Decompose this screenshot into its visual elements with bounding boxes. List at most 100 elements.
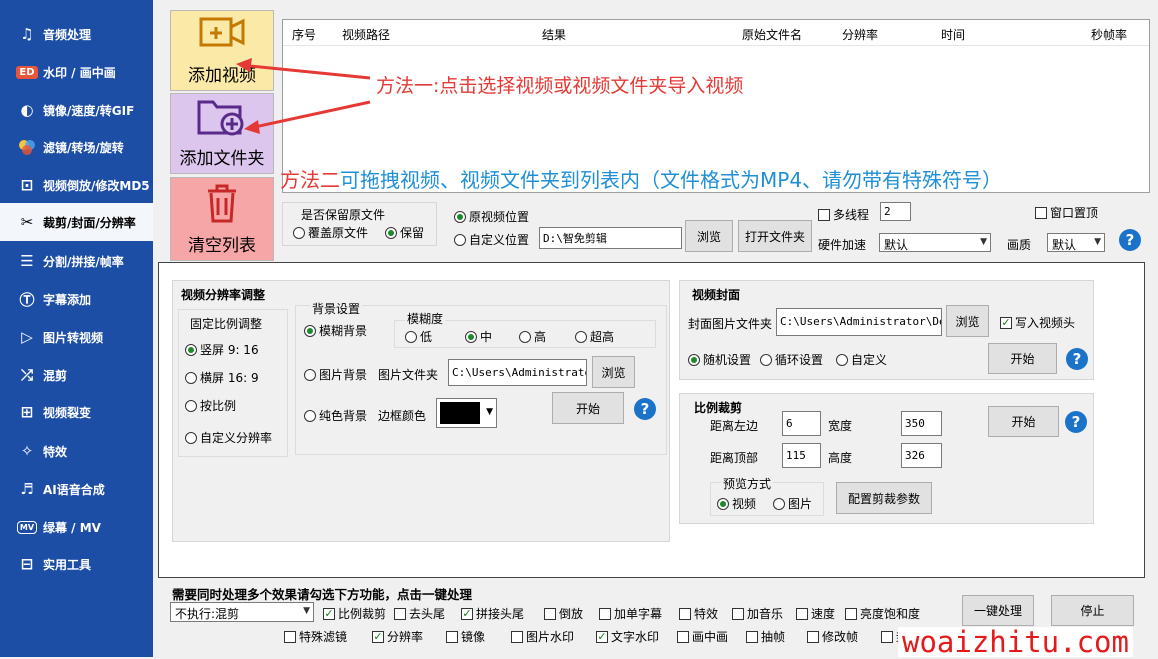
sidebar-item-reverse[interactable]: ⊡ 视频倒放/修改MD5 bbox=[0, 166, 153, 204]
sidebar-item-image-video[interactable]: ▷ 图片转视频 bbox=[0, 318, 153, 356]
batch-checkbox[interactable]: 倒放 bbox=[544, 605, 583, 622]
annotation-method1: 方法一:点击选择视频或视频文件夹导入视频 bbox=[376, 75, 744, 97]
batch-checkbox[interactable]: 特效 bbox=[679, 605, 718, 622]
window-top-checkbox[interactable]: 窗口置顶 bbox=[1035, 204, 1098, 221]
blur-degree-group: 模糊度 低 中 高 超高 bbox=[394, 310, 656, 348]
clear-list-button[interactable]: 清空列表 bbox=[170, 177, 274, 261]
custom-resolution-radio[interactable]: 自定义分辨率 bbox=[185, 429, 272, 446]
cover-start-button[interactable]: 开始 bbox=[988, 343, 1057, 374]
custom-position-radio[interactable]: 自定义位置 bbox=[454, 231, 529, 248]
crop-width-input[interactable]: 350 bbox=[901, 411, 942, 436]
crop-left-input[interactable]: 6 bbox=[782, 411, 821, 436]
sidebar-item-crop[interactable]: ✂ 裁剪/封面/分辨率 bbox=[0, 203, 153, 241]
open-folder-button[interactable]: 打开文件夹 bbox=[738, 220, 812, 252]
batch-checkbox[interactable]: 镜像 bbox=[446, 628, 485, 645]
random-setting-radio[interactable]: 随机设置 bbox=[688, 351, 751, 368]
config-crop-button[interactable]: 配置剪裁参数 bbox=[836, 482, 932, 514]
batch-checkbox[interactable]: ✓ 拼接头尾 bbox=[461, 605, 524, 622]
help-icon[interactable]: ? bbox=[1065, 411, 1087, 433]
sidebar-item-mv[interactable]: MV 绿幕 / MV bbox=[0, 508, 153, 546]
batch-checkbox[interactable]: 加音乐 bbox=[732, 605, 783, 622]
image-folder-input[interactable]: C:\Users\Administrator\ bbox=[448, 359, 587, 386]
batch-checkbox[interactable]: 加单字幕 bbox=[599, 605, 662, 622]
sidebar-item-mirror[interactable]: ◐ 镜像/速度/转GIF bbox=[0, 91, 153, 129]
output-path-input[interactable]: D:\智免剪辑 bbox=[539, 227, 682, 249]
crop-title: 比例裁剪 bbox=[694, 401, 743, 415]
thread-count-input[interactable]: 2 bbox=[880, 202, 911, 221]
help-icon[interactable]: ? bbox=[1066, 348, 1088, 370]
batch-checkbox[interactable]: 抽帧 bbox=[746, 628, 785, 645]
border-color-picker[interactable]: ▼ bbox=[436, 398, 497, 428]
preview-video-radio[interactable]: 视频 bbox=[717, 495, 756, 512]
column-header[interactable]: 时间 bbox=[941, 26, 965, 43]
column-header[interactable]: 原始文件名 bbox=[742, 26, 802, 43]
toolbox-icon: ⊟ bbox=[20, 555, 34, 573]
help-icon[interactable]: ? bbox=[1119, 229, 1141, 251]
resolution-start-button[interactable]: 开始 bbox=[552, 392, 624, 424]
sidebar-item-split[interactable]: ☰ 分割/拼接/帧率 bbox=[0, 242, 153, 280]
crop-start-button[interactable]: 开始 bbox=[988, 406, 1059, 437]
sidebar-item-filter[interactable]: 滤镜/转场/旋转 bbox=[0, 128, 153, 166]
stop-button[interactable]: 停止 bbox=[1051, 595, 1134, 626]
column-header[interactable]: 分辨率 bbox=[842, 26, 878, 43]
checkbox-box bbox=[511, 630, 523, 643]
batch-checkbox[interactable]: 去头尾 bbox=[394, 605, 445, 622]
batch-checkbox[interactable]: 特殊滤镜 bbox=[284, 628, 347, 645]
image-bg-radio[interactable]: 图片背景 bbox=[304, 366, 367, 383]
batch-checkbox[interactable]: ✓ 分辨率 bbox=[372, 628, 423, 645]
multithread-checkbox[interactable]: 多线程 bbox=[818, 206, 869, 223]
portrait-radio[interactable]: 竖屏 9: 16 bbox=[185, 341, 259, 358]
batch-checkbox[interactable]: ✓ 文字水印 bbox=[596, 628, 659, 645]
crop-height-input[interactable]: 326 bbox=[901, 443, 942, 468]
one-click-process-button[interactable]: 一键处理 bbox=[962, 595, 1034, 626]
batch-checkbox[interactable]: 修改帧 bbox=[807, 628, 858, 645]
sidebar-item-audio[interactable]: ♫ 音频处理 bbox=[0, 15, 153, 53]
column-header[interactable]: 秒帧率 bbox=[1091, 26, 1127, 43]
by-ratio-radio[interactable]: 按比例 bbox=[185, 397, 236, 414]
browse-output-button[interactable]: 浏览 bbox=[685, 220, 733, 252]
sidebar-item-mix[interactable]: ⤮ 混剪 bbox=[0, 356, 153, 394]
batch-checkbox[interactable]: 亮度饱和度 bbox=[845, 605, 920, 622]
cover-folder-input[interactable]: C:\Users\Administrator\Desk bbox=[776, 308, 942, 336]
scissors-icon: ✂ bbox=[20, 213, 34, 231]
overwrite-radio[interactable]: 覆盖原文件 bbox=[293, 224, 368, 241]
column-header[interactable]: 结果 bbox=[542, 26, 566, 43]
original-position-radio[interactable]: 原视频位置 bbox=[454, 208, 529, 225]
write-header-checkbox[interactable]: ✓ 写入视频头 bbox=[1000, 314, 1075, 331]
shuffle-icon: ⤮ bbox=[20, 366, 33, 384]
preview-image-radio[interactable]: 图片 bbox=[773, 495, 812, 512]
blur-bg-radio[interactable]: 模糊背景 bbox=[304, 322, 367, 339]
blur-low-radio[interactable]: 低 bbox=[405, 328, 432, 345]
checkbox-box bbox=[284, 630, 296, 643]
sidebar-item-effects[interactable]: ✧ 特效 bbox=[0, 432, 153, 470]
sidebar-item-fission[interactable]: ⊞ 视频裂变 bbox=[0, 393, 153, 431]
help-icon[interactable]: ? bbox=[634, 398, 656, 420]
checkbox-label: 速度 bbox=[811, 607, 836, 621]
sidebar-item-tools[interactable]: ⊟ 实用工具 bbox=[0, 545, 153, 583]
blur-ultra-radio[interactable]: 超高 bbox=[575, 328, 614, 345]
batch-checkbox[interactable]: 图片水印 bbox=[511, 628, 574, 645]
sidebar-item-subtitle[interactable]: Ⓣ 字幕添加 bbox=[0, 280, 153, 318]
browse-cover-button[interactable]: 浏览 bbox=[946, 305, 989, 337]
quality-select[interactable]: 默认 ▼ bbox=[1047, 233, 1105, 252]
batch-checkbox[interactable]: 画中画 bbox=[677, 628, 728, 645]
sidebar-item-watermark[interactable]: ED 水印 / 画中画 bbox=[0, 53, 153, 91]
solid-bg-radio[interactable]: 纯色背景 bbox=[304, 407, 367, 424]
checkbox-label: 亮度饱和度 bbox=[860, 607, 921, 621]
crop-top-input[interactable]: 115 bbox=[782, 443, 821, 468]
hw-accel-select[interactable]: 默认 ▼ bbox=[879, 233, 991, 252]
batch-hint: 需要同时处理多个效果请勾选下方功能，点击一键处理 bbox=[172, 587, 473, 602]
custom-cover-radio[interactable]: 自定义 bbox=[836, 351, 887, 368]
landscape-radio[interactable]: 横屏 16: 9 bbox=[185, 369, 259, 386]
browse-image-button[interactable]: 浏览 bbox=[592, 356, 635, 388]
sidebar-item-ai-voice[interactable]: ♬ AI语音合成 bbox=[0, 470, 153, 508]
blur-high-radio[interactable]: 高 bbox=[519, 328, 546, 345]
batch-checkbox[interactable]: ✓ 比例裁剪 bbox=[323, 605, 386, 622]
checkbox-box: ✓ bbox=[372, 629, 384, 643]
mix-mode-select[interactable]: 不执行:混剪 ▼ bbox=[170, 602, 314, 622]
blur-mid-radio[interactable]: 中 bbox=[465, 328, 492, 345]
batch-checkbox[interactable]: 速度 bbox=[796, 605, 835, 622]
keep-radio[interactable]: 保留 bbox=[385, 224, 424, 241]
split-icon: ☰ bbox=[20, 252, 34, 270]
cycle-setting-radio[interactable]: 循环设置 bbox=[760, 351, 823, 368]
